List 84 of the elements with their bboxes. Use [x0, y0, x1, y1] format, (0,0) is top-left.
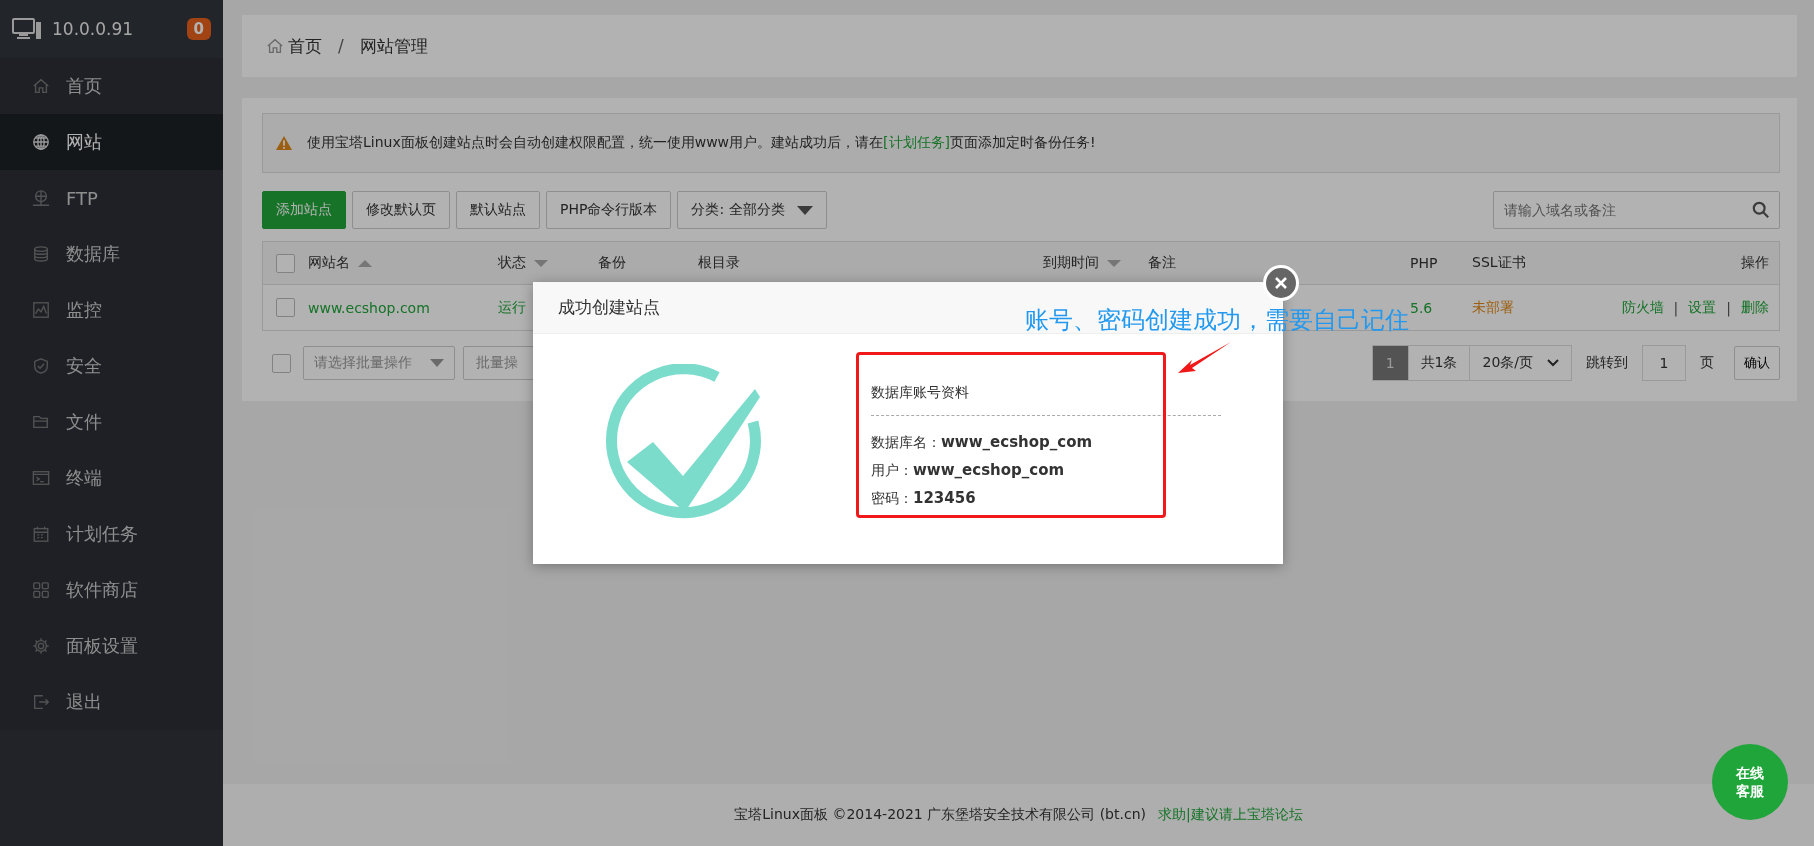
computer-icon	[12, 18, 42, 40]
sort-arrow-icon[interactable]	[358, 259, 372, 267]
sort-arrow-icon[interactable]	[534, 259, 548, 267]
search-icon[interactable]	[1752, 201, 1770, 219]
home-icon	[266, 37, 284, 55]
dialog-title: 成功创建站点	[558, 296, 660, 319]
site-link[interactable]: www.ecshop.com	[308, 299, 430, 316]
total-count: 共1条	[1407, 346, 1470, 380]
status-text[interactable]: 运行	[498, 298, 526, 317]
nav-item[interactable]: FTP	[0, 170, 223, 226]
action-link[interactable]: 设置	[1688, 298, 1717, 317]
nav-item[interactable]: 监控	[0, 282, 223, 338]
info-heading: 数据库账号资料	[871, 384, 970, 402]
column-header[interactable]: SSL证书	[1472, 254, 1526, 272]
calendar-icon	[32, 525, 50, 543]
credential-line: 用户：www_ecshop_com	[871, 460, 1066, 481]
column-header[interactable]: 备份	[598, 254, 626, 272]
toolbar-button[interactable]: 添加站点	[262, 191, 346, 229]
arrow-icon	[1176, 341, 1232, 375]
database-icon	[32, 245, 50, 263]
column-header[interactable]: 备注	[1148, 254, 1176, 272]
confirm-button[interactable]: 确认	[1734, 346, 1780, 380]
link-separator: |	[1673, 299, 1679, 316]
nav-item[interactable]: 终端	[0, 450, 223, 506]
action-link[interactable]: 删除	[1741, 298, 1769, 317]
close-icon[interactable]	[1274, 276, 1288, 290]
page-number[interactable]: 1	[1372, 346, 1408, 380]
chevron-icon	[1547, 359, 1559, 367]
nav-item[interactable]: 网站	[0, 114, 223, 170]
folder-icon	[32, 413, 50, 431]
page-size-select[interactable]: 20条/页	[1469, 346, 1571, 380]
notice-text: 使用宝塔Linux面板创建站点时会自动创建权限配置，统一使用www用户。建站成功后，请在[计划任务]页面添加定时备份任务!	[307, 134, 1096, 152]
jump-label: 跳转到	[1586, 354, 1628, 372]
page-input[interactable]: 1	[1642, 345, 1686, 381]
column-header[interactable]: 根目录	[698, 254, 740, 272]
checkbox[interactable]	[276, 298, 295, 317]
nav-item[interactable]: 首页	[0, 58, 223, 114]
annotation-text: 账号、密码创建成功，需要自己记住	[1025, 305, 1409, 336]
nav-item[interactable]: 数据库	[0, 226, 223, 282]
nav-item[interactable]: 安全	[0, 338, 223, 394]
server-address: 10.0.0.91	[52, 19, 135, 39]
nav-item[interactable]: 文件	[0, 394, 223, 450]
settings-icon	[32, 637, 50, 655]
toolbar-button[interactable]: 修改默认页	[352, 191, 450, 229]
sort-arrow-icon[interactable]	[1107, 259, 1121, 267]
breadcrumb-link[interactable]: 首页	[288, 34, 322, 58]
column-header[interactable]: 网站名	[308, 254, 372, 272]
toolbar-button[interactable]: 默认站点	[456, 191, 540, 229]
network-globe-icon	[32, 189, 50, 207]
chat-button[interactable]: 在线 客服	[1712, 744, 1788, 820]
search-field[interactable]: 请输入域名或备注	[1493, 191, 1780, 229]
php-version[interactable]: 5.6	[1410, 299, 1433, 316]
warning-icon	[275, 135, 293, 151]
batch-select[interactable]: 请选择批量操作	[303, 346, 455, 380]
nav-item[interactable]: 软件商店	[0, 562, 223, 618]
column-header[interactable]: 到期时间	[1043, 254, 1121, 272]
category-dropdown[interactable]: 分类: 全部分类	[677, 191, 827, 229]
terminal-icon	[32, 469, 50, 487]
logout-icon	[32, 693, 50, 711]
chart-icon	[32, 301, 50, 319]
shield-icon	[32, 357, 50, 375]
nav-item[interactable]: 计划任务	[0, 506, 223, 562]
home-icon	[32, 77, 50, 95]
link-separator: |	[1726, 299, 1731, 316]
notification-badge[interactable]: 0	[186, 18, 211, 40]
copyright-text: 宝塔Linux面板 ©2014-2021 广东堡塔安全技术有限公司 (bt.cn)	[734, 806, 1146, 824]
nav-item[interactable]: 面板设置	[0, 618, 223, 674]
grid-icon	[32, 581, 50, 599]
toolbar-button[interactable]: PHP命令行版本	[546, 191, 672, 229]
globe-icon	[32, 133, 50, 151]
action-link[interactable]: 防火墙	[1621, 298, 1664, 317]
forum-link[interactable]: 求助|建议请上宝塔论坛	[1158, 806, 1303, 824]
page-unit: 页	[1700, 354, 1714, 372]
column-header[interactable]: 操作	[1741, 254, 1769, 272]
breadcrumb-link[interactable]: 网站管理	[359, 34, 428, 58]
breadcrumb-separator: /	[338, 36, 344, 56]
checkbox[interactable]	[272, 353, 291, 373]
schedule-link[interactable]: [计划任务]	[883, 134, 950, 150]
nav-item[interactable]: 退出	[0, 674, 223, 730]
column-header[interactable]: 状态	[498, 254, 548, 272]
checkbox[interactable]	[276, 253, 295, 273]
credential-line: 数据库名：www_ecshop_com	[871, 432, 1094, 453]
column-header[interactable]: PHP	[1410, 255, 1438, 271]
credential-line: 密码：123456	[871, 488, 977, 509]
